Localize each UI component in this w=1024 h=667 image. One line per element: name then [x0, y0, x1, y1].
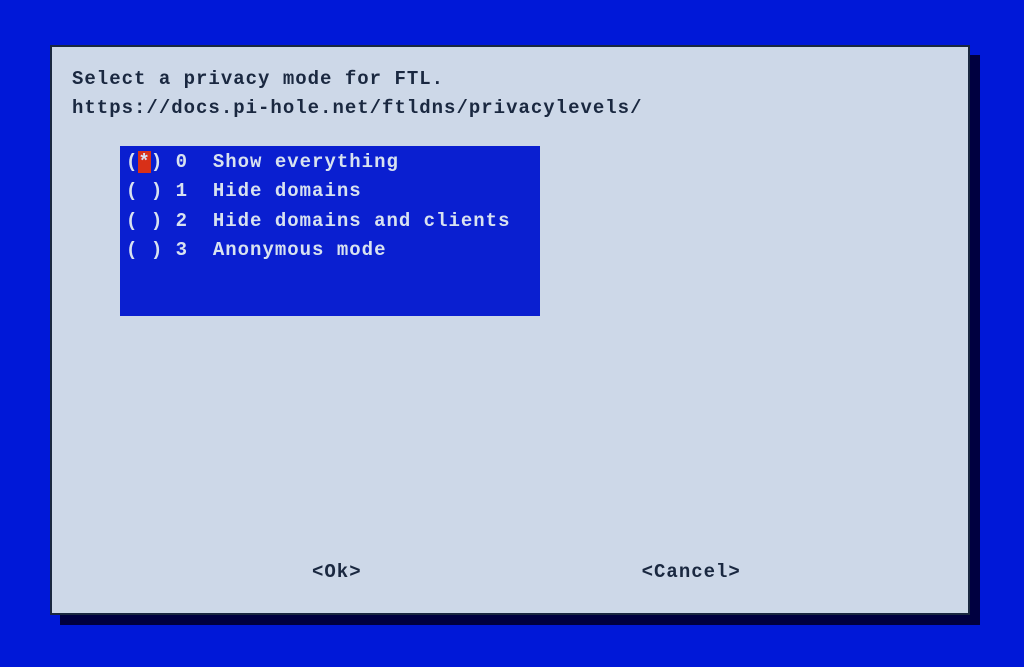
option-label: Hide domains and clients: [213, 210, 511, 232]
privacy-mode-dialog: Select a privacy mode for FTL. https://d…: [50, 45, 970, 615]
option-label: Show everything: [213, 151, 399, 173]
option-1-hide-domains[interactable]: ( ) 1 Hide domains: [126, 177, 534, 206]
cancel-button[interactable]: <Cancel>: [642, 561, 741, 583]
dialog-header: Select a privacy mode for FTL. https://d…: [72, 65, 948, 122]
header-line-1: Select a privacy mode for FTL.: [72, 68, 444, 90]
option-num: 3: [176, 239, 188, 261]
option-label: Anonymous mode: [213, 239, 387, 261]
option-2-hide-domains-and-clients[interactable]: ( ) 2 Hide domains and clients: [126, 207, 534, 236]
option-0-show-everything[interactable]: (*) 0 Show everything: [126, 148, 534, 177]
radio-mark: [138, 239, 150, 261]
radio-mark: [138, 210, 150, 232]
radio-mark: [138, 180, 150, 202]
radio-mark: *: [138, 151, 150, 173]
ok-button[interactable]: <Ok>: [312, 561, 362, 583]
options-list: (*) 0 Show everything ( ) 1 Hide domains…: [120, 146, 540, 316]
button-row: <Ok> <Cancel>: [72, 561, 948, 599]
option-num: 1: [176, 180, 188, 202]
option-3-anonymous-mode[interactable]: ( ) 3 Anonymous mode: [126, 236, 534, 265]
option-num: 0: [176, 151, 188, 173]
option-label: Hide domains: [213, 180, 362, 202]
header-line-2: https://docs.pi-hole.net/ftldns/privacyl…: [72, 97, 643, 119]
option-num: 2: [176, 210, 188, 232]
spacer: [72, 316, 948, 561]
